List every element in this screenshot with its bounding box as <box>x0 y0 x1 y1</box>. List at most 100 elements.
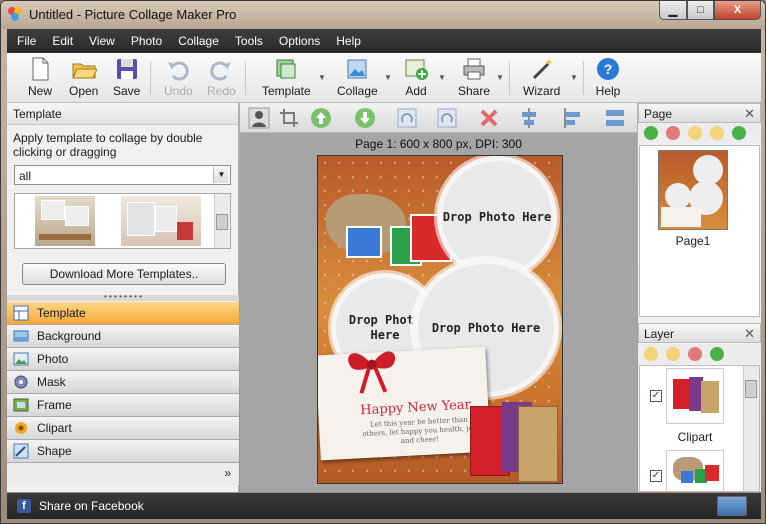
redo-label: Redo <box>207 84 236 98</box>
template-thumbnail[interactable] <box>35 196 95 246</box>
new-button[interactable]: New <box>27 56 53 98</box>
collage-workspace: Page 1: 600 x 800 px, DPI: 300 Drop Phot… <box>240 103 637 492</box>
photo-placeholder-1[interactable]: Drop Photo Here <box>442 161 552 273</box>
mask-gear-icon <box>14 375 28 389</box>
delete-x-icon[interactable] <box>478 107 500 129</box>
save-button[interactable]: Save <box>113 56 140 98</box>
nav-mask-label: Mask <box>37 375 66 389</box>
minimize-button[interactable]: ▁ <box>659 1 687 20</box>
undo-button[interactable]: Undo <box>164 56 193 98</box>
page-thumbnail-label: Page1 <box>675 234 711 248</box>
clipart-flower-icon <box>15 422 27 434</box>
help-label: Help <box>595 84 621 98</box>
toolbar-separator <box>509 61 510 95</box>
page-down-icon[interactable] <box>710 126 724 140</box>
rotate-right-icon[interactable] <box>396 107 418 129</box>
template-dropdown-arrow-icon[interactable]: ▼ <box>318 73 326 82</box>
maximize-button[interactable]: □ <box>687 1 714 20</box>
layer-scrollbar[interactable] <box>743 366 759 491</box>
delete-layer-icon[interactable] <box>688 347 702 361</box>
nav-photo[interactable]: Photo <box>7 348 239 371</box>
add-dropdown-arrow-icon[interactable]: ▼ <box>438 73 446 82</box>
select-person-icon[interactable] <box>248 107 270 129</box>
redo-button[interactable]: Redo <box>207 56 236 98</box>
toolbar-separator <box>583 61 584 95</box>
collage-canvas[interactable]: Drop Photo Here Drop Photo Here Drop Pho… <box>317 155 563 484</box>
help-button[interactable]: ? Help <box>595 56 621 98</box>
panel-splitter-handle[interactable]: • • • • • • • • <box>7 293 239 301</box>
page-thumbnail[interactable] <box>658 150 728 230</box>
page-up-icon[interactable] <box>688 126 702 140</box>
collage-icon <box>347 59 367 79</box>
magic-wand-icon <box>532 58 553 80</box>
move-down-icon[interactable] <box>354 107 376 129</box>
nav-template[interactable]: Template <box>7 302 239 325</box>
nav-mask[interactable]: Mask <box>7 371 239 394</box>
crop-icon[interactable] <box>278 107 300 129</box>
thumbnails-scrollbar[interactable] <box>214 194 230 248</box>
nav-shape[interactable]: Shape <box>7 440 239 463</box>
menu-view[interactable]: View <box>89 34 115 48</box>
add-page-icon[interactable] <box>644 126 658 140</box>
layer-visibility-checkbox[interactable]: ✓ <box>650 390 662 402</box>
template-button[interactable]: Template <box>262 56 311 98</box>
toolbar-separator <box>245 61 246 95</box>
collage-dropdown-arrow-icon[interactable]: ▼ <box>384 73 392 82</box>
page-panel-close-button[interactable]: ✕ <box>744 104 755 124</box>
gift-box-blue <box>346 226 382 258</box>
more-categories-button[interactable]: » <box>224 466 231 480</box>
nav-clipart[interactable]: Clipart <box>7 417 239 440</box>
move-up-icon[interactable] <box>310 107 332 129</box>
share-dropdown-arrow-icon[interactable]: ▼ <box>496 73 504 82</box>
screen-toggle-icon[interactable] <box>717 496 747 516</box>
status-bar: f Share on Facebook <box>7 493 761 519</box>
layer-thumbnail[interactable] <box>666 450 724 491</box>
nav-background[interactable]: Background <box>7 325 239 348</box>
template-filter-value: all <box>19 169 32 183</box>
nav-frame[interactable]: Frame <box>7 394 239 417</box>
window-title: Untitled - Picture Collage Maker Pro <box>29 7 237 22</box>
shape-pen-icon <box>13 443 29 459</box>
rotate-left-icon[interactable] <box>436 107 458 129</box>
align-left-icon[interactable] <box>562 107 584 129</box>
share-on-facebook-link[interactable]: Share on Facebook <box>39 499 144 513</box>
download-more-templates-button[interactable]: Download More Templates.. <box>22 263 226 285</box>
align-center-icon[interactable] <box>518 107 540 129</box>
menu-options[interactable]: Options <box>279 34 320 48</box>
layer-visibility-checkbox[interactable]: ✓ <box>650 470 662 482</box>
layer-panel-toolbar <box>638 344 761 364</box>
layer-up-icon[interactable] <box>644 347 658 361</box>
menu-bar: File Edit View Photo Collage Tools Optio… <box>7 29 761 53</box>
nav-shape-label: Shape <box>37 444 72 458</box>
page-info: Page 1: 600 x 800 px, DPI: 300 <box>355 137 522 151</box>
delete-page-icon[interactable] <box>666 126 680 140</box>
wizard-button[interactable]: Wizard <box>523 56 560 98</box>
add-button[interactable]: Add <box>403 56 429 98</box>
distribute-icon[interactable] <box>604 107 626 129</box>
open-folder-icon <box>71 63 97 79</box>
layer-thumbnail[interactable] <box>666 368 724 424</box>
collage-button[interactable]: Collage <box>337 56 378 98</box>
facebook-icon[interactable]: f <box>17 499 31 513</box>
wizard-dropdown-arrow-icon[interactable]: ▼ <box>570 73 578 82</box>
card-title: Happy New Year <box>359 397 472 419</box>
menu-edit[interactable]: Edit <box>52 34 73 48</box>
menu-photo[interactable]: Photo <box>131 34 162 48</box>
refresh-page-icon[interactable] <box>732 126 746 140</box>
menu-collage[interactable]: Collage <box>178 34 219 48</box>
menu-help[interactable]: Help <box>336 34 361 48</box>
open-button[interactable]: Open <box>69 56 98 98</box>
share-button[interactable]: Share <box>458 56 490 98</box>
layer-down-icon[interactable] <box>666 347 680 361</box>
refresh-layer-icon[interactable] <box>710 347 724 361</box>
menu-tools[interactable]: Tools <box>235 34 263 48</box>
template-thumbnail[interactable] <box>121 196 201 246</box>
menu-file[interactable]: File <box>17 34 36 48</box>
nav-clipart-label: Clipart <box>37 421 72 435</box>
close-button[interactable]: X <box>714 1 761 20</box>
toolbar-separator <box>150 61 151 95</box>
template-filter-select[interactable]: all ▼ <box>14 165 231 185</box>
add-label: Add <box>405 84 427 98</box>
chevron-down-icon[interactable]: ▼ <box>213 167 229 183</box>
layer-panel-close-button[interactable]: ✕ <box>744 324 755 344</box>
